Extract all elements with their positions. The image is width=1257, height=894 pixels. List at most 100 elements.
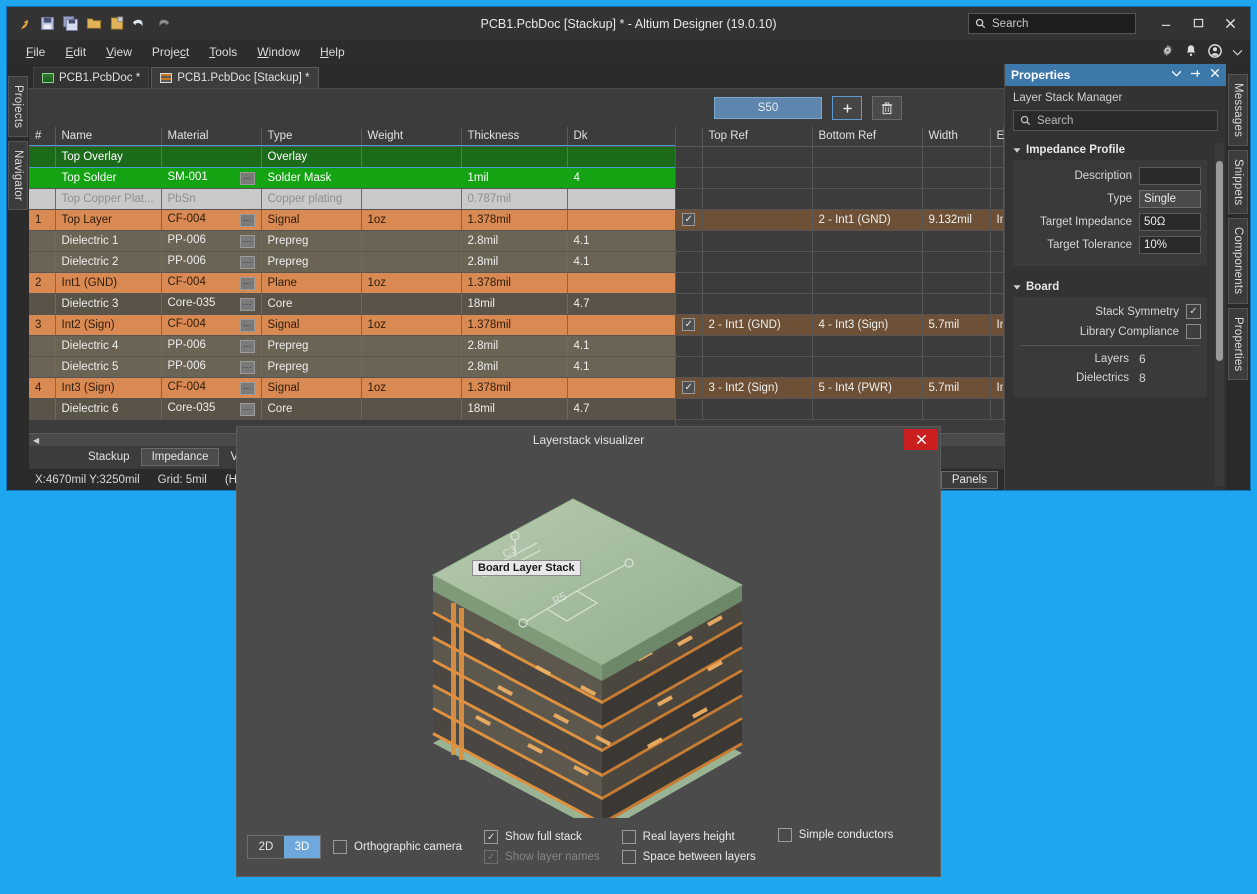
- cell-thickness[interactable]: 1.378mil: [461, 377, 568, 399]
- cell-thickness[interactable]: 1.378mil: [461, 272, 568, 294]
- checkbox-impedance[interactable]: ✓: [682, 381, 696, 394]
- cell-material[interactable]: [161, 146, 262, 168]
- menu-view[interactable]: View: [97, 42, 141, 62]
- cell-top-ref[interactable]: [702, 356, 813, 378]
- cell-thickness[interactable]: 2.8mil: [461, 335, 568, 357]
- menu-file[interactable]: File: [17, 42, 54, 62]
- cell-name[interactable]: Dielectric 5: [55, 356, 162, 378]
- cell-width[interactable]: [922, 167, 991, 189]
- cell-etch[interactable]: [990, 356, 1004, 378]
- menu-project[interactable]: Project: [143, 42, 198, 62]
- cell-bottom-ref[interactable]: [812, 167, 923, 189]
- cell-width[interactable]: 5.7mil: [922, 314, 991, 336]
- cell-impedance-enable[interactable]: [676, 356, 703, 378]
- panels-button[interactable]: Panels: [940, 470, 998, 489]
- cell-etch[interactable]: [990, 230, 1004, 252]
- cell-impedance-enable[interactable]: [676, 335, 703, 357]
- pin-icon[interactable]: [1190, 68, 1201, 82]
- cell-material[interactable]: SM-001 ···: [161, 167, 262, 189]
- cell-weight[interactable]: 1oz: [361, 272, 462, 294]
- column-header-material[interactable]: Material: [161, 127, 262, 147]
- cell-thickness[interactable]: 18mil: [461, 398, 568, 420]
- cell-material[interactable]: CF-004 ···: [161, 377, 262, 399]
- cell-weight[interactable]: 1oz: [361, 209, 462, 231]
- input-target-tolerance[interactable]: 10%: [1139, 236, 1201, 254]
- cell-number[interactable]: [29, 167, 56, 189]
- cell-weight[interactable]: [361, 188, 462, 210]
- cell-width[interactable]: 9.132mil: [922, 209, 991, 231]
- option-space-between-layers[interactable]: Space between layers: [621, 850, 756, 864]
- cell-bottom-ref[interactable]: 5 - Int4 (PWR): [812, 377, 923, 399]
- checkbox-real-layers-height[interactable]: [621, 830, 636, 844]
- cell-thickness[interactable]: 1.378mil: [461, 314, 568, 336]
- menu-window[interactable]: Window: [248, 42, 309, 62]
- option-real-layers-height[interactable]: Real layers height: [621, 830, 756, 844]
- dialog-close-button[interactable]: [904, 429, 938, 450]
- tab-stackup[interactable]: Stackup: [77, 448, 141, 466]
- column-header-thickness[interactable]: Thickness: [461, 127, 568, 147]
- material-picker-icon[interactable]: ···: [239, 234, 255, 248]
- cell-type[interactable]: Prepreg: [261, 335, 362, 357]
- cell-top-ref[interactable]: [702, 188, 813, 210]
- column-header-width[interactable]: Width: [922, 127, 991, 147]
- checkbox-show-full-stack[interactable]: ✓: [484, 830, 499, 844]
- cell-name[interactable]: Int3 (Sign): [55, 377, 162, 399]
- sidebar-item-projects[interactable]: Projects: [8, 76, 28, 138]
- cell-etch[interactable]: Inf: [990, 314, 1004, 336]
- cell-name[interactable]: Dielectric 3: [55, 293, 162, 315]
- cell-type[interactable]: Signal: [261, 377, 362, 399]
- cell-dk[interactable]: 4.1: [567, 230, 675, 252]
- cell-material[interactable]: PP-006 ···: [161, 251, 262, 273]
- material-picker-icon[interactable]: ···: [239, 297, 255, 311]
- cell-bottom-ref[interactable]: [812, 293, 923, 315]
- cell-thickness[interactable]: 2.8mil: [461, 356, 568, 378]
- material-picker-icon[interactable]: ···: [239, 213, 255, 227]
- cell-number[interactable]: 1: [29, 209, 56, 231]
- cell-dk[interactable]: 4: [567, 167, 675, 189]
- cell-width[interactable]: [922, 188, 991, 210]
- cell-etch[interactable]: Inf: [990, 209, 1004, 231]
- cell-type[interactable]: Copper plating: [261, 188, 362, 210]
- cell-width[interactable]: [922, 251, 991, 273]
- cell-type[interactable]: Solder Mask: [261, 167, 362, 189]
- cell-etch[interactable]: [990, 167, 1004, 189]
- material-picker-icon[interactable]: ···: [239, 318, 255, 332]
- cell-material[interactable]: PP-006 ···: [161, 335, 262, 357]
- sidebar-item-messages[interactable]: Messages: [1228, 74, 1248, 147]
- cell-etch[interactable]: Inf: [990, 377, 1004, 399]
- cell-number[interactable]: [29, 335, 56, 357]
- material-picker-icon[interactable]: ···: [239, 339, 255, 353]
- table-row[interactable]: ✓ 3 - Int2 (Sign)5 - Int4 (PWR)5.7milInf: [676, 377, 1004, 399]
- cell-width[interactable]: [922, 293, 991, 315]
- cell-top-ref[interactable]: [702, 398, 813, 420]
- cell-type[interactable]: Core: [261, 398, 362, 420]
- open-project-icon[interactable]: [107, 14, 126, 33]
- bell-icon[interactable]: [1185, 44, 1197, 60]
- cell-name[interactable]: Int2 (Sign): [55, 314, 162, 336]
- add-profile-button[interactable]: [832, 96, 862, 120]
- cell-bottom-ref[interactable]: [812, 335, 923, 357]
- chevron-down-icon[interactable]: [1232, 45, 1243, 59]
- cell-weight[interactable]: [361, 335, 462, 357]
- cell-etch[interactable]: [990, 146, 1004, 168]
- column-header-weight[interactable]: Weight: [361, 127, 462, 147]
- input-type[interactable]: Single: [1139, 190, 1201, 208]
- cell-weight[interactable]: 1oz: [361, 377, 462, 399]
- table-row[interactable]: [676, 146, 1004, 168]
- cell-material[interactable]: CF-004 ···: [161, 314, 262, 336]
- cell-number[interactable]: [29, 188, 56, 210]
- dialog-3d-viewport[interactable]: C3 R5 Board Layer Stack: [237, 453, 940, 818]
- cell-top-ref[interactable]: 2 - Int1 (GND): [702, 314, 813, 336]
- table-row[interactable]: Dielectric 1 PP-006 ··· Prepreg 2.8mil 4.1: [29, 230, 675, 252]
- cell-etch[interactable]: [990, 272, 1004, 294]
- cell-thickness[interactable]: 18mil: [461, 293, 568, 315]
- impedance-profile-s50[interactable]: S50: [714, 97, 822, 119]
- cell-type[interactable]: Prepreg: [261, 356, 362, 378]
- sidebar-item-components[interactable]: Components: [1228, 218, 1248, 304]
- gear-icon[interactable]: [1161, 44, 1174, 60]
- table-row[interactable]: 2 Int1 (GND) CF-004 ··· Plane 1oz 1.378mil: [29, 272, 675, 294]
- cell-width[interactable]: [922, 398, 991, 420]
- material-picker-icon[interactable]: ···: [239, 255, 255, 269]
- cell-impedance-enable[interactable]: [676, 188, 703, 210]
- cell-bottom-ref[interactable]: [812, 356, 923, 378]
